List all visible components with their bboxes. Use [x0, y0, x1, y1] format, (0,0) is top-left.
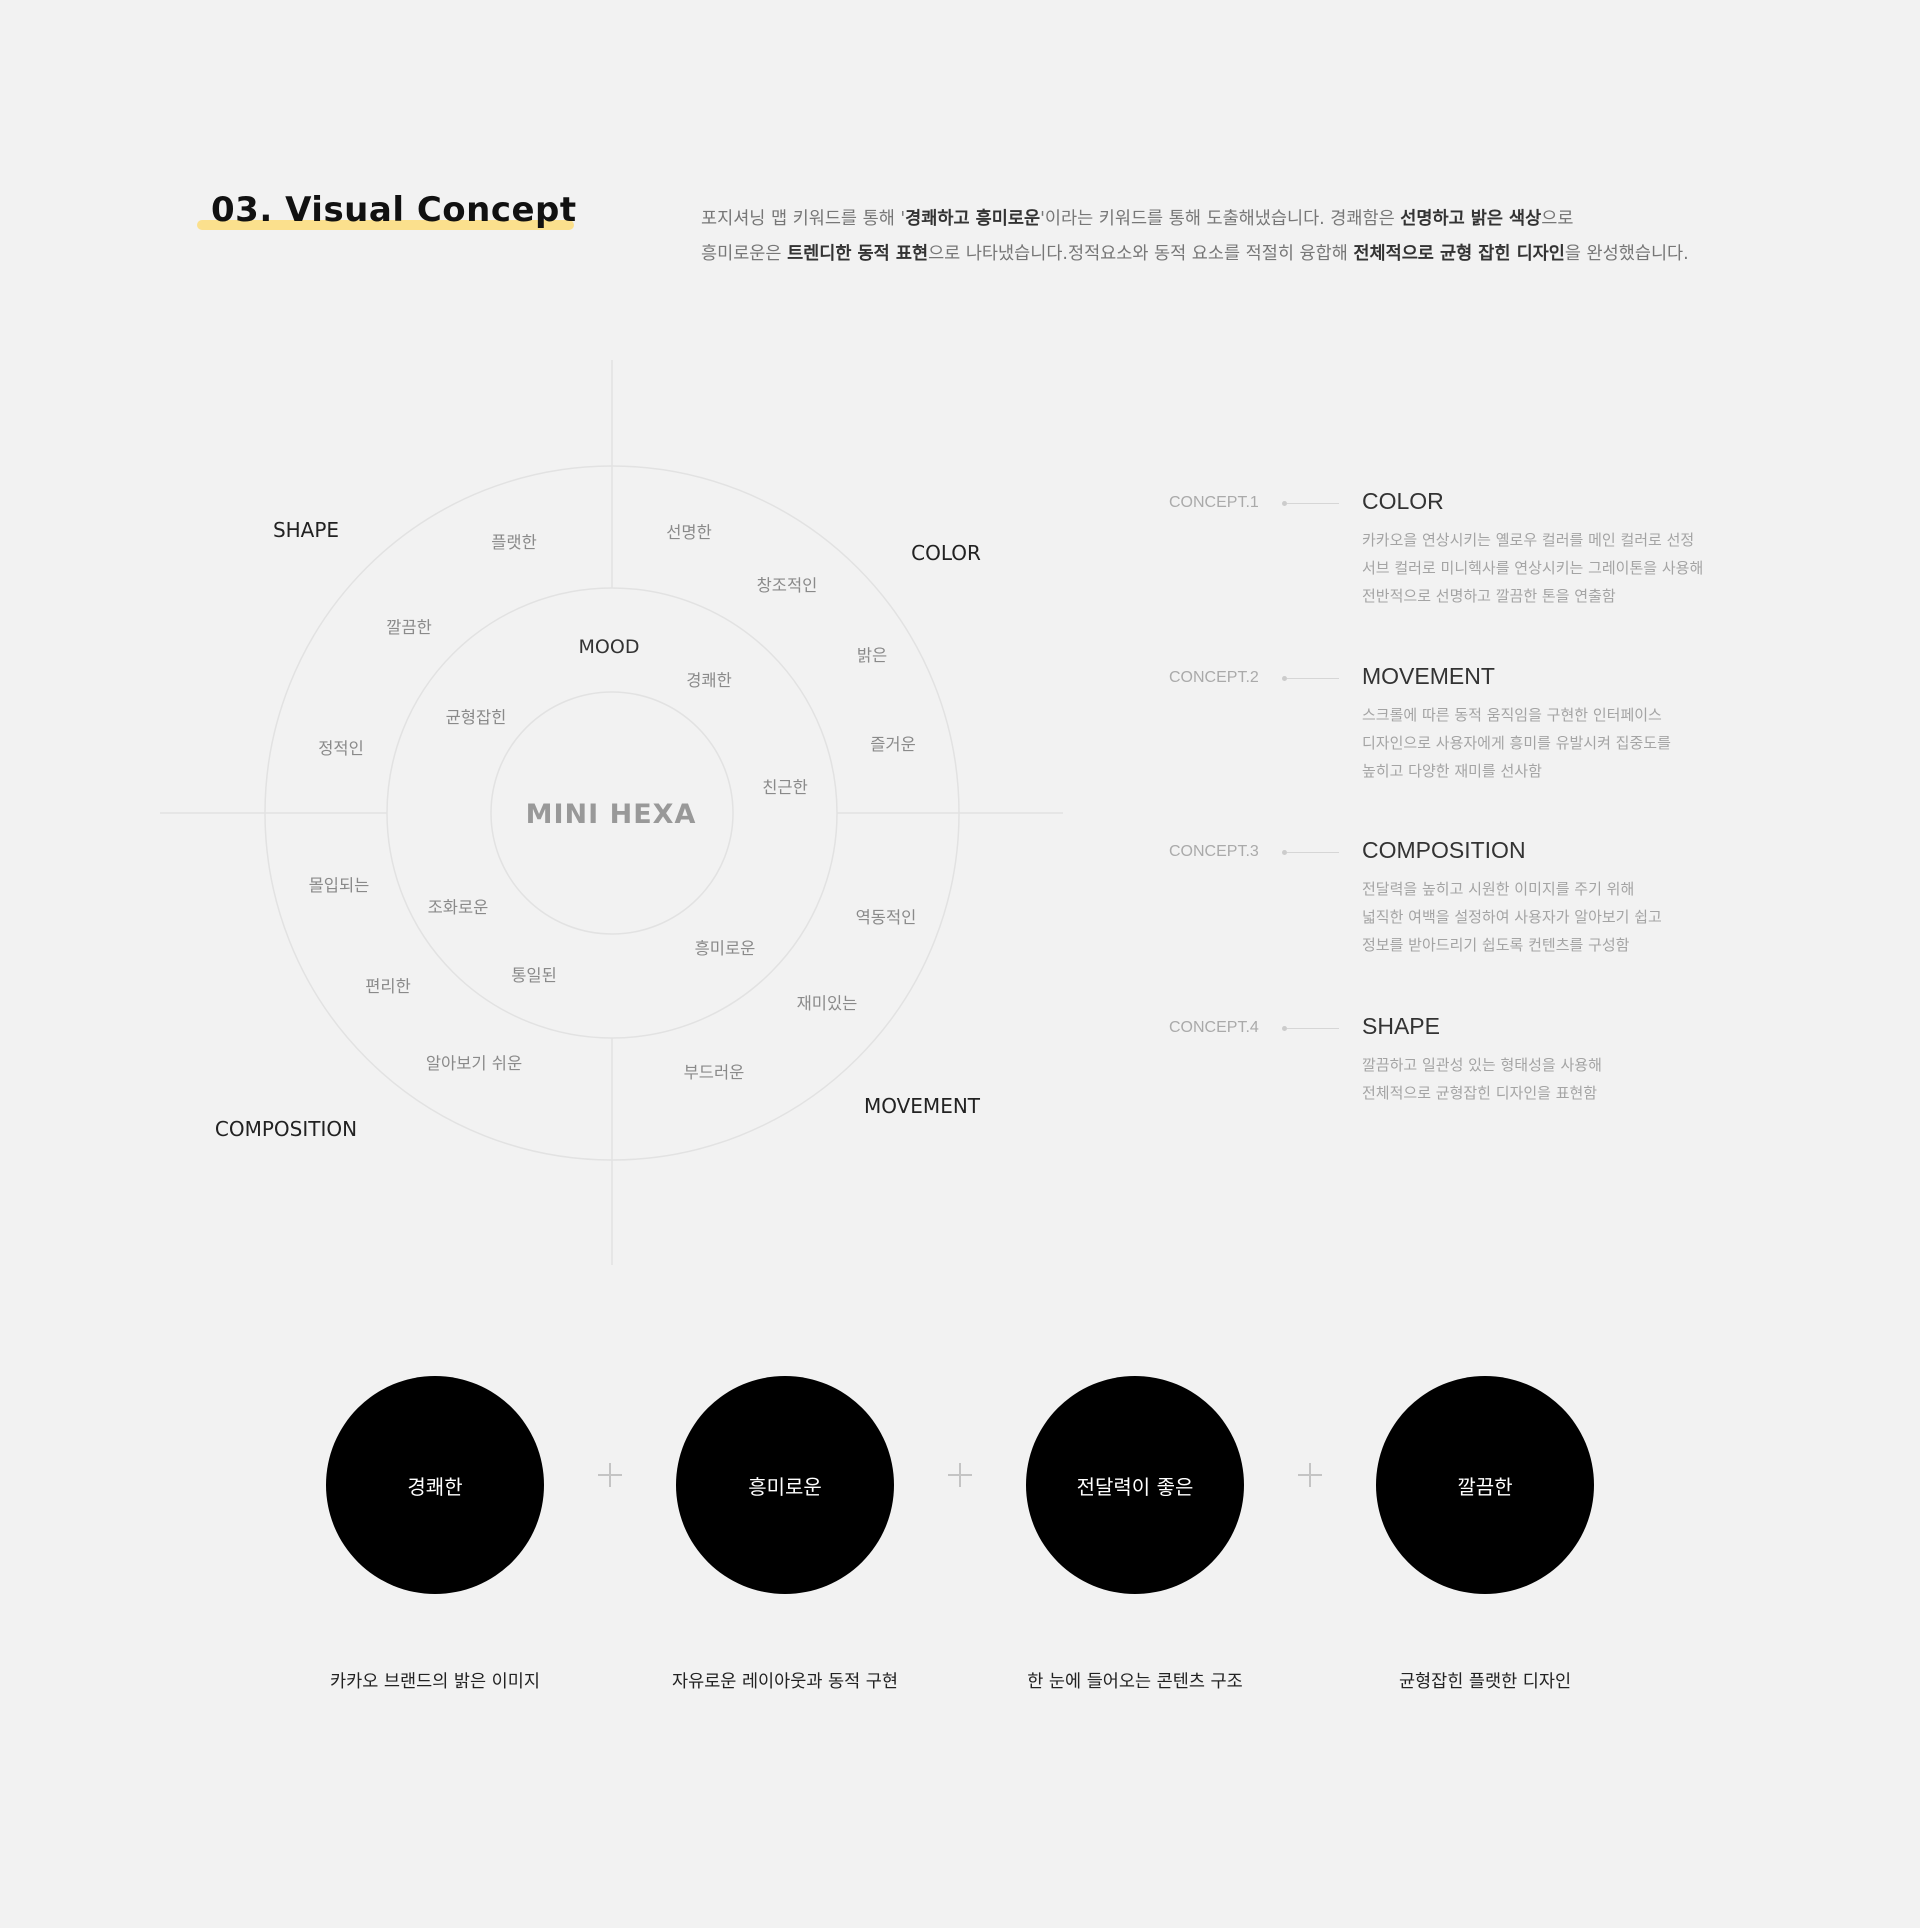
keyword-convenient: 편리한: [365, 977, 411, 996]
keyword-dynamic: 역동적인: [856, 908, 917, 927]
plus-icon: [945, 1460, 975, 1490]
concept-description-line: 스크롤에 따른 동적 움직임을 구현한 인터페이스: [1362, 706, 1662, 724]
keyword-circle: 경쾌한: [326, 1376, 544, 1594]
concept-code: CONCEPT.4: [1169, 1019, 1259, 1036]
keyword-soft: 부드러운: [684, 1063, 745, 1082]
concept-title: MOVEMENT: [1362, 663, 1495, 689]
quadrant-label-shape: SHAPE: [273, 518, 339, 542]
keyword-circle-label: 경쾌한: [407, 1474, 463, 1499]
concept-description-line: 서브 컬러로 미니헥사를 연상시키는 그레이톤을 사용해: [1362, 559, 1704, 577]
keyword-circle-label: 흥미로운: [748, 1474, 822, 1499]
keyword-caption: 자유로운 레이아웃과 동적 구현: [672, 1672, 898, 1692]
concept-description: 스크롤에 따른 동적 움직임을 구현한 인터페이스디자인으로 사용자에게 흥미를…: [1362, 701, 1671, 785]
concept-description-line: 정보를 받아드리기 쉽도록 컨텐츠를 구성함: [1362, 936, 1630, 954]
concept-code: CONCEPT.2: [1169, 669, 1259, 686]
keyword-flat: 플랫한: [491, 533, 537, 552]
concept-description-line: 넓직한 여백을 설정하여 사용자가 알아보기 쉽고: [1362, 908, 1662, 926]
keyword-easy: 알아보기 쉬운: [426, 1054, 522, 1073]
connector-line: [1287, 503, 1339, 504]
keyword-unified: 통일된: [511, 966, 557, 985]
keyword-creative: 창조적인: [757, 576, 818, 595]
center-label: MINI HEXA: [526, 799, 697, 830]
quadrant-label-composition: COMPOSITION: [215, 1117, 357, 1141]
concept-description: 깔끔하고 일관성 있는 형태성을 사용해전체적으로 균형잡힌 디자인을 표현함: [1362, 1051, 1602, 1107]
connector-line: [1287, 678, 1339, 679]
quadrant-label-color: COLOR: [911, 541, 981, 565]
concept-description: 전달력을 높히고 시원한 이미지를 주기 위해넓직한 여백을 설정하여 사용자가…: [1362, 875, 1662, 959]
keyword-vivid: 선명한: [666, 523, 712, 542]
keyword-static: 정적인: [318, 739, 364, 758]
concept-title: SHAPE: [1362, 1013, 1440, 1039]
keyword-joyful: 즐거운: [870, 735, 916, 754]
keyword-circle-label: 전달력이 좋은: [1076, 1474, 1194, 1499]
keyword-cheerful: 경쾌한: [686, 671, 732, 690]
concept-description-line: 카카오을 연상시키는 옐로우 컬러를 메인 컬러로 선정: [1362, 531, 1695, 549]
concept-description-line: 전체적으로 균형잡힌 디자인을 표현함: [1362, 1084, 1598, 1102]
keyword-harmonious: 조화로운: [428, 898, 489, 917]
plus-icon: [595, 1460, 625, 1490]
quadrant-label-movement: MOVEMENT: [864, 1094, 981, 1118]
concept-code: CONCEPT.1: [1169, 494, 1259, 511]
keyword-caption: 카카오 브랜드의 밝은 이미지: [330, 1672, 540, 1692]
keyword-bright: 밝은: [857, 646, 887, 665]
keyword-fun: 재미있는: [797, 994, 858, 1013]
concept-title: COLOR: [1362, 488, 1444, 514]
concept-description: 카카오을 연상시키는 옐로우 컬러를 메인 컬러로 선정서브 컬러로 미니헥사를…: [1362, 526, 1703, 610]
keyword-circle-label: 깔끔한: [1457, 1474, 1513, 1499]
keyword-balanced: 균형잡힌: [446, 708, 507, 727]
connector-line: [1287, 1028, 1339, 1029]
concept-description-line: 전달력을 높히고 시원한 이미지를 주기 위해: [1362, 880, 1635, 898]
plus-icon: [1295, 1460, 1325, 1490]
concept-title: COMPOSITION: [1362, 837, 1526, 863]
concept-description-line: 전반적으로 선명하고 깔끔한 톤을 연출함: [1362, 587, 1616, 605]
keyword-interesting: 흥미로운: [695, 939, 756, 958]
connector-line: [1287, 852, 1339, 853]
keyword-circle: 전달력이 좋은: [1026, 1376, 1244, 1594]
keyword-caption: 균형잡힌 플랫한 디자인: [1398, 1672, 1572, 1692]
keyword-caption: 한 눈에 들어오는 콘텐츠 구조: [1027, 1672, 1243, 1692]
keyword-circle: 흥미로운: [676, 1376, 894, 1594]
mood-label: MOOD: [579, 636, 640, 658]
concept-description-line: 디자인으로 사용자에게 흥미를 유발시켜 집중도를: [1362, 734, 1671, 752]
concept-description-line: 높히고 다양한 재미를 선사함: [1362, 762, 1542, 780]
concept-description-line: 깔끔하고 일관성 있는 형태성을 사용해: [1362, 1056, 1602, 1074]
keyword-clean: 깔끔한: [386, 618, 432, 637]
keyword-immersive: 몰입되는: [309, 876, 370, 895]
keyword-circle: 깔끔한: [1376, 1376, 1594, 1594]
concept-code: CONCEPT.3: [1169, 843, 1259, 860]
keyword-friendly: 친근한: [762, 778, 808, 797]
positioning-map: MINI HEXA MOOD SHAPE COLOR COMPOSITION M…: [160, 360, 1063, 1265]
